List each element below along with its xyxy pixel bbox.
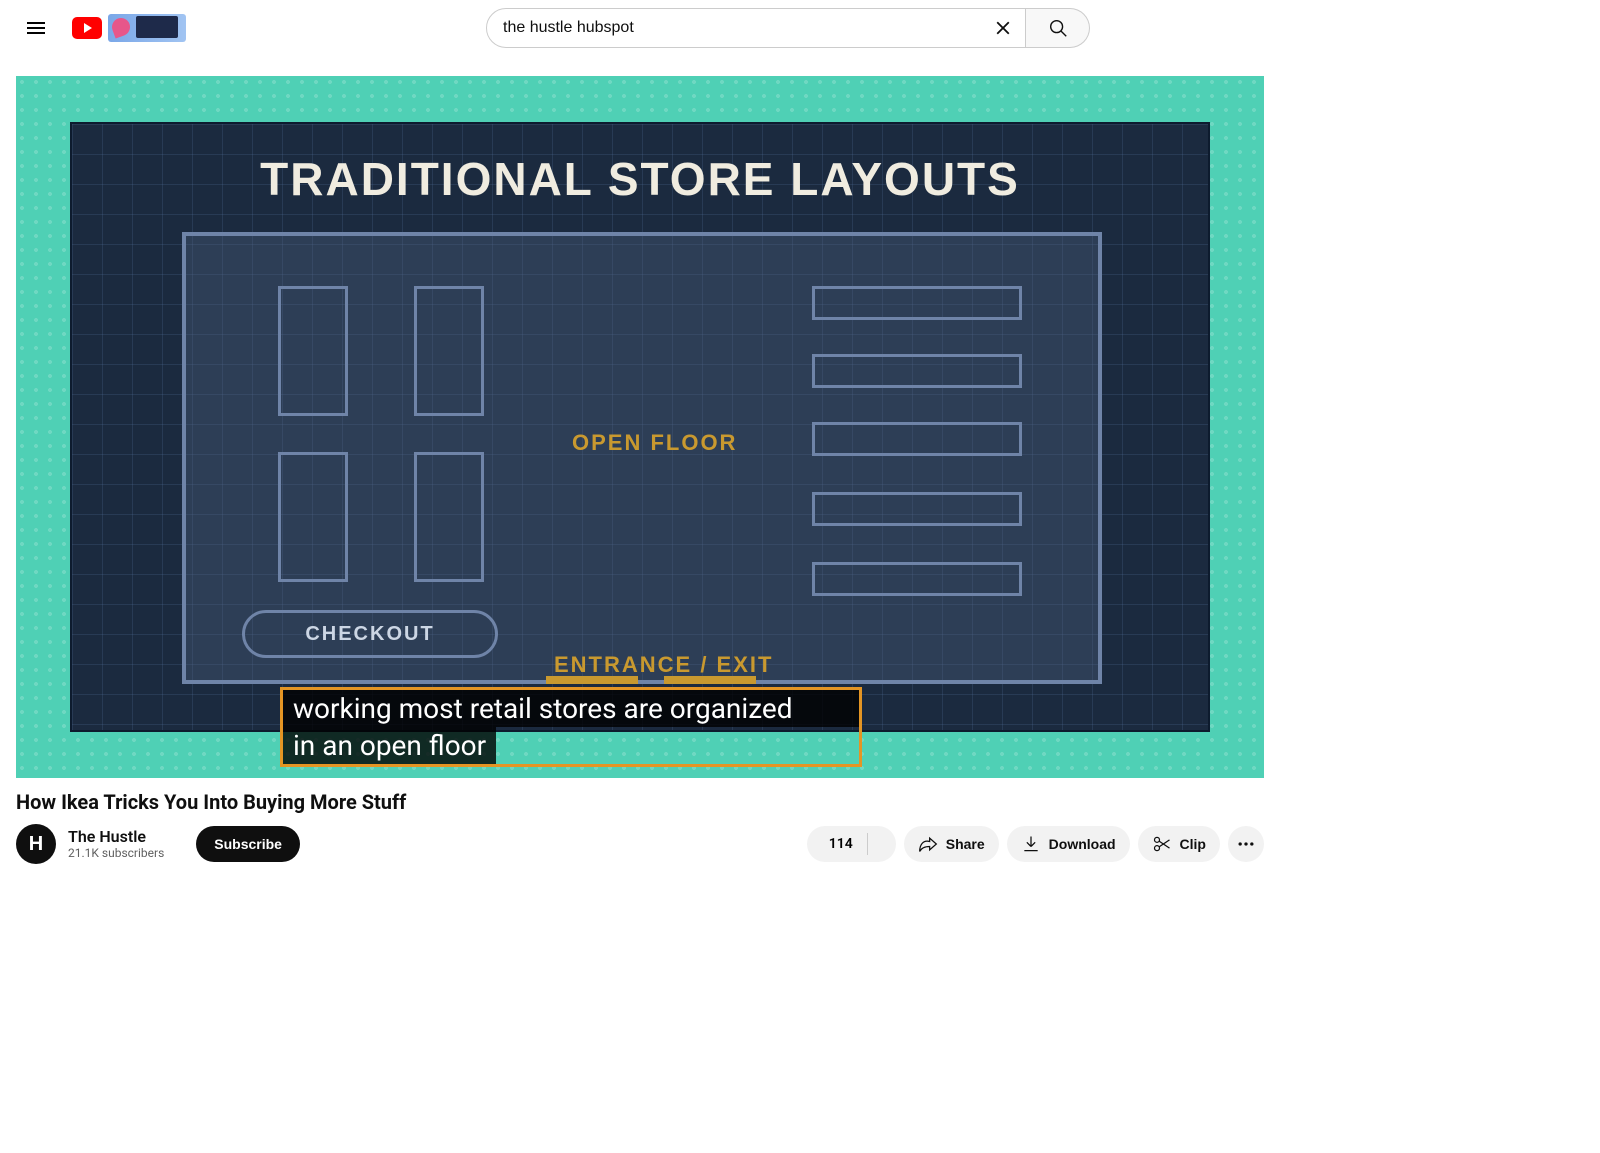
video-player[interactable]: TRADITIONAL STORE LAYOUTS OPEN FLOOR CHE… (16, 76, 1264, 778)
layout-block (278, 452, 348, 582)
channel-text: The Hustle 21.1K subscribers (68, 827, 164, 861)
subscribe-button[interactable]: Subscribe (196, 826, 300, 862)
layout-shelf (812, 422, 1022, 456)
clip-button[interactable]: Clip (1138, 826, 1220, 862)
caption-overlay: working most retail stores are organized… (280, 687, 862, 767)
clip-label: Clip (1180, 836, 1206, 852)
entrance-label: ENTRANCE / EXIT (554, 652, 773, 678)
share-icon (918, 834, 938, 854)
close-icon (992, 17, 1014, 39)
menu-button[interactable] (16, 8, 56, 48)
share-label: Share (946, 836, 985, 852)
open-floor-label: OPEN FLOOR (572, 430, 737, 456)
clear-search-button[interactable] (985, 10, 1021, 46)
video-title: How Ikea Tricks You Into Buying More Stu… (16, 790, 1264, 814)
header (0, 0, 1280, 56)
hamburger-icon (24, 16, 48, 40)
youtube-logo[interactable] (72, 14, 186, 42)
layout-shelf (812, 354, 1022, 388)
youtube-doodle-icon (108, 14, 186, 42)
download-icon (1021, 834, 1041, 854)
search-icon (1047, 17, 1069, 39)
search-button[interactable] (1026, 8, 1090, 48)
layout-block (414, 452, 484, 582)
like-count: 114 (829, 836, 853, 852)
more-actions-button[interactable] (1228, 826, 1264, 862)
search-input[interactable] (503, 19, 985, 37)
video-meta-row: H The Hustle 21.1K subscribers Subscribe… (16, 824, 1264, 864)
video-info: How Ikea Tricks You Into Buying More Stu… (0, 778, 1280, 876)
like-button[interactable]: 114 (807, 826, 867, 862)
dislike-button[interactable] (868, 826, 896, 862)
layout-block (278, 286, 348, 416)
checkout-label: CHECKOUT (242, 610, 498, 658)
layout-shelf (812, 286, 1022, 320)
blueprint-title: TRADITIONAL STORE LAYOUTS (72, 152, 1208, 206)
layout-shelf (812, 492, 1022, 526)
channel-block: H The Hustle 21.1K subscribers Subscribe (16, 824, 300, 864)
share-button[interactable]: Share (904, 826, 999, 862)
more-horizontal-icon (1236, 834, 1256, 854)
layout-shelf (812, 562, 1022, 596)
caption-line: in an open floor (283, 727, 496, 764)
channel-avatar[interactable]: H (16, 824, 56, 864)
layout-block (414, 286, 484, 416)
door-marker (664, 676, 756, 684)
search-box (486, 8, 1026, 48)
scissors-icon (1152, 834, 1172, 854)
youtube-play-icon (72, 17, 102, 39)
caption-line: working most retail stores are organized (283, 690, 859, 727)
search-container (486, 8, 1090, 48)
download-button[interactable]: Download (1007, 826, 1130, 862)
door-marker (546, 676, 638, 684)
channel-name[interactable]: The Hustle (68, 827, 164, 846)
video-frame-content: TRADITIONAL STORE LAYOUTS OPEN FLOOR CHE… (70, 122, 1210, 732)
download-label: Download (1049, 836, 1116, 852)
subscriber-count: 21.1K subscribers (68, 846, 164, 860)
like-dislike-group: 114 (807, 826, 896, 862)
action-row: 114 Share Download Clip (807, 826, 1264, 862)
floorplan: OPEN FLOOR CHECKOUT ENTRANCE / EXIT (182, 232, 1102, 684)
